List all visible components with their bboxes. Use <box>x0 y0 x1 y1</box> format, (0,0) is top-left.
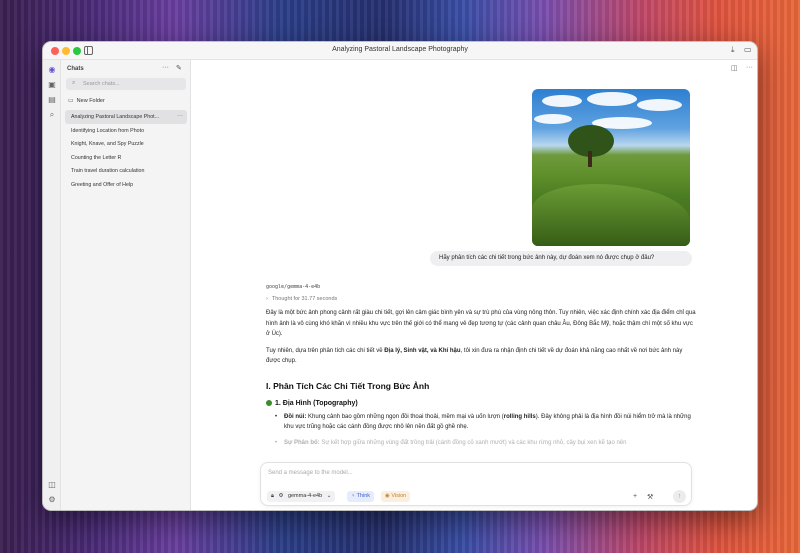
tools-icon[interactable]: ⚒ <box>647 493 653 501</box>
hill-shape <box>532 184 690 246</box>
chat-main-area: ◫ ··· Hãy phân tích các chi tiết trong b… <box>191 60 757 510</box>
download-icon[interactable]: ⤓ <box>731 45 735 55</box>
response-heading-2: 1. Địa Hình (Topography) <box>266 399 696 407</box>
chat-item-analyzing-pastoral[interactable]: Analyzing Pastoral Landscape Phot... ··· <box>65 110 187 124</box>
split-view-icon[interactable]: ◫ <box>731 64 738 72</box>
search-chats-input[interactable]: ⌕ Search chats... <box>66 78 186 90</box>
chat-item-label: Counting the Letter R <box>71 154 122 161</box>
bullet1-label: Đồi núi: <box>284 413 307 420</box>
vision-toggle[interactable]: ◉ Vision <box>381 491 411 502</box>
more-options-icon[interactable]: ··· <box>162 64 169 71</box>
new-folder-button[interactable]: ▭ New Folder <box>68 97 105 104</box>
response-paragraph-1: Đây là một bức ảnh phong cảnh rất giàu c… <box>266 310 696 337</box>
heading2-text: 1. Địa Hình (Topography) <box>275 399 358 407</box>
chat-item-counting-r[interactable]: Counting the Letter R <box>65 151 187 165</box>
model-selector-label: gemma-4-e4b <box>287 493 323 499</box>
search-models-icon[interactable]: ⌕ <box>47 110 57 120</box>
chat-item-train-travel[interactable]: Train travel duration calculation <box>65 164 187 178</box>
search-icon: ⌕ <box>72 80 76 86</box>
bullet2-text: Sự kết hợp giữa những vùng đất trồng trả… <box>319 439 627 446</box>
vision-label: Vision <box>391 493 407 499</box>
app-window: Analyzing Pastoral Landscape Photography… <box>42 41 758 511</box>
chats-sidebar: Chats ··· ✎ ⌕ Search chats... ▭ New Folde… <box>61 60 191 510</box>
assistant-response: google/gemma-4-e4b › Thought for 31.77 se… <box>266 284 696 448</box>
icon-rail: ◉ ▣ ▤ ⌕ ◫ ⚙ <box>43 60 61 510</box>
response-bullet-2: Sự Phân bố: Sự kết hợp giữa những vùng đ… <box>266 438 696 449</box>
folder-plus-icon: ▭ <box>68 98 74 104</box>
chat-item-label: Identifying Location from Photo <box>71 127 145 134</box>
chevron-right-icon: › <box>266 296 268 302</box>
eye-icon: ◉ <box>385 493 390 499</box>
chats-header: Chats <box>67 66 84 72</box>
bullet2-label: Sự Phân bố: <box>284 439 320 446</box>
lightbulb-icon: ♀︎ <box>351 493 356 499</box>
bullet1-text: Khung cảnh bao gồm những ngọn đồi thoai … <box>306 413 504 420</box>
chat-item-label: Knight, Knave, and Spy Puzzle <box>71 141 144 147</box>
app-logo-icon[interactable]: ◉ <box>47 65 57 75</box>
chat-item-label: Train travel duration calculation <box>71 168 145 174</box>
thought-label: Thought for 31.77 seconds <box>271 296 338 302</box>
globe-icon <box>266 399 272 406</box>
library-icon[interactable]: ▤ <box>47 95 57 105</box>
panel-icon[interactable]: ▭ <box>744 45 752 54</box>
response-model-name: google/gemma-4-e4b <box>266 284 321 290</box>
think-label: Think <box>356 493 371 499</box>
chat-more-icon[interactable]: ··· <box>177 113 183 119</box>
message-input[interactable]: Send a message to the model... <box>268 470 353 476</box>
para2-bold: Địa lý, Sinh vật, và Khí hậu <box>384 347 461 354</box>
message-composer: Send a message to the model... 🔒︎ ⚙ gemm… <box>260 462 692 506</box>
new-folder-label: New Folder <box>76 98 105 104</box>
uploaded-landscape-photo[interactable] <box>532 89 690 246</box>
add-attachment-icon[interactable]: + <box>633 493 637 500</box>
image-icon[interactable]: ▣ <box>47 80 57 90</box>
user-message-bubble: Hãy phân tích các chi tiết trong bức ảnh… <box>430 251 692 266</box>
title-bar: Analyzing Pastoral Landscape Photography… <box>43 42 757 60</box>
response-bullet-1: Đồi núi: Khung cảnh bao gồm những ngọn đ… <box>266 412 696 433</box>
model-settings-icon: ⚙ <box>278 493 284 499</box>
window-title: Analyzing Pastoral Landscape Photography <box>332 46 468 53</box>
think-toggle[interactable]: ♀︎ Think <box>347 491 375 502</box>
chat-list: Analyzing Pastoral Landscape Phot... ···… <box>65 110 187 191</box>
chat-item-knight-knave[interactable]: Knight, Knave, and Spy Puzzle <box>65 137 187 151</box>
settings-gear-icon[interactable]: ⚙ <box>47 495 57 505</box>
bullet1-bold: rolling hills <box>503 413 536 420</box>
response-heading-1: I. Phân Tích Các Chi Tiết Trong Bức Ảnh <box>266 380 430 391</box>
tree-trunk-shape <box>588 151 592 167</box>
chat-item-greeting[interactable]: Greeting and Offer of Help <box>65 178 187 192</box>
lock-icon: 🔒︎ <box>271 493 274 499</box>
chevron-down-icon: ⌄ <box>326 493 332 499</box>
para2-text: Tuy nhiên, dựa trên phân tích các chi ti… <box>266 347 385 354</box>
chat-item-label: Analyzing Pastoral Landscape Phot... <box>71 114 160 120</box>
new-chat-icon[interactable]: ✎ <box>176 64 182 72</box>
search-placeholder: Search chats... <box>83 81 120 87</box>
chat-item-identifying-location[interactable]: Identifying Location from Photo <box>65 124 187 138</box>
response-paragraph-2: Tuy nhiên, dựa trên phân tích các chi ti… <box>266 346 696 367</box>
main-more-icon[interactable]: ··· <box>746 64 753 71</box>
chat-bubble-icon[interactable]: ◫ <box>47 480 57 490</box>
send-button[interactable]: ↑ <box>673 490 686 503</box>
chat-item-label: Greeting and Offer of Help <box>71 181 134 188</box>
thought-toggle[interactable]: › Thought for 31.77 seconds <box>266 296 696 302</box>
model-selector[interactable]: 🔒︎ ⚙ gemma-4-e4b ⌄ <box>267 491 336 502</box>
